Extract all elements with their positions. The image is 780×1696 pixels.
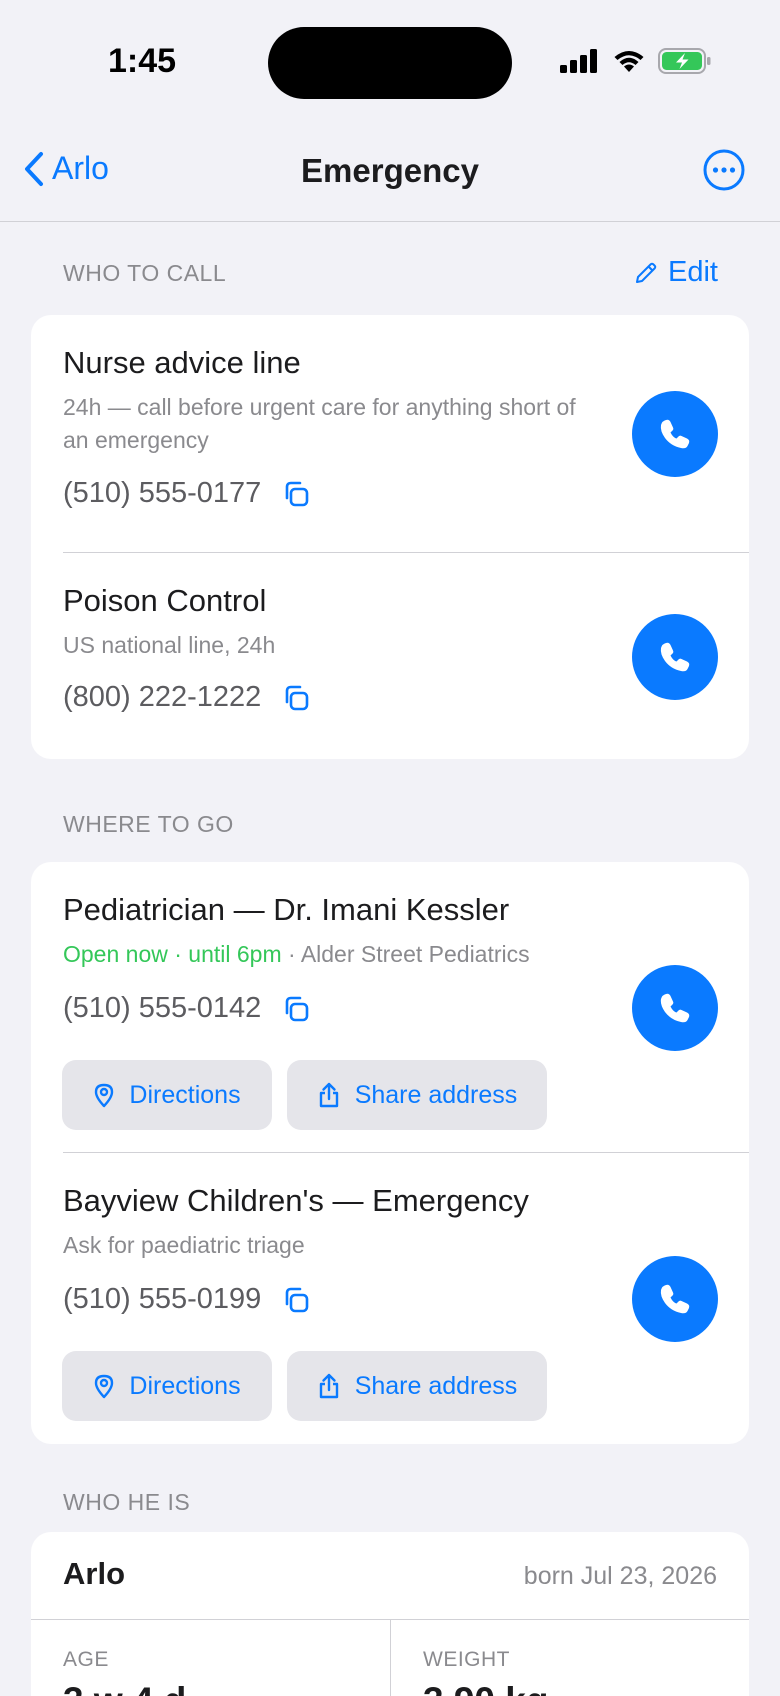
cellular-signal-icon bbox=[560, 49, 597, 73]
phone-number: (510) 555-0177 bbox=[63, 477, 262, 509]
weight-stat: WEIGHT 3.90 kg bbox=[391, 1620, 749, 1696]
edit-button[interactable]: Edit bbox=[634, 256, 718, 289]
status-bar: 1:45 bbox=[0, 0, 780, 120]
place-detail: Alder Street Pediatrics bbox=[300, 941, 530, 967]
directions-label: Directions bbox=[129, 1080, 241, 1109]
copy-icon[interactable] bbox=[281, 994, 311, 1024]
ellipsis-circle-icon bbox=[703, 149, 745, 191]
status-time: 1:45 bbox=[108, 42, 177, 80]
directions-button[interactable]: Directions bbox=[62, 1060, 272, 1130]
place-phone: (510) 555-0142 bbox=[63, 992, 311, 1025]
contact-phone: (510) 555-0177 bbox=[63, 477, 311, 510]
wifi-icon bbox=[614, 51, 644, 72]
status-icons bbox=[560, 48, 712, 74]
copy-icon[interactable] bbox=[281, 479, 311, 509]
contact-name: Poison Control bbox=[63, 583, 267, 618]
section-header-who-to-call: WHO TO CALL bbox=[63, 260, 227, 286]
age-value: 3 w 4 d bbox=[63, 1680, 186, 1696]
open-status: Open now · until 6pm bbox=[63, 941, 282, 967]
page-title: Emergency bbox=[301, 152, 479, 189]
contact-phone: (800) 222-1222 bbox=[63, 681, 311, 714]
directions-label: Directions bbox=[129, 1371, 241, 1400]
chevron-left-icon bbox=[25, 151, 43, 186]
more-options-button[interactable] bbox=[702, 148, 746, 192]
place-name: Bayview Children's — Emergency bbox=[63, 1183, 529, 1218]
who-to-call-card: Nurse advice line 24h — call before urge… bbox=[31, 315, 749, 759]
place-row: Pediatrician — Dr. Imani Kessler Open no… bbox=[31, 862, 749, 1153]
share-address-label: Share address bbox=[354, 1080, 518, 1109]
weight-label: WEIGHT bbox=[423, 1648, 510, 1671]
directions-button[interactable]: Directions bbox=[62, 1351, 272, 1421]
share-address-button[interactable]: Share address bbox=[287, 1060, 547, 1130]
back-label: Arlo bbox=[52, 150, 109, 186]
place-name: Pediatrician — Dr. Imani Kessler bbox=[63, 892, 510, 927]
contact-subtitle: US national line, 24h bbox=[63, 632, 276, 658]
copy-icon[interactable] bbox=[281, 683, 311, 713]
place-subtitle: Open now · until 6pm · Alder Street Pedi… bbox=[63, 938, 703, 971]
phone-icon bbox=[660, 642, 690, 672]
edit-label: Edit bbox=[668, 256, 718, 288]
navigation-bar: Arlo Emergency bbox=[0, 120, 780, 222]
place-detail: Ask for paediatric triage bbox=[63, 1232, 305, 1258]
phone-number: (510) 555-0142 bbox=[63, 992, 262, 1024]
profile-summary: Arlo born Jul 23, 2026 bbox=[31, 1532, 749, 1620]
copy-icon[interactable] bbox=[281, 1285, 311, 1315]
separator: · bbox=[288, 941, 296, 967]
call-button[interactable] bbox=[632, 614, 718, 700]
contact-name: Nurse advice line bbox=[63, 345, 301, 380]
phone-icon bbox=[660, 993, 690, 1023]
share-address-button[interactable]: Share address bbox=[287, 1351, 547, 1421]
location-pin-icon bbox=[95, 1374, 114, 1399]
call-button[interactable] bbox=[632, 1256, 718, 1342]
contact-row: Nurse advice line 24h — call before urge… bbox=[31, 315, 749, 553]
location-pin-icon bbox=[95, 1083, 114, 1108]
phone-icon bbox=[660, 419, 690, 449]
share-icon bbox=[319, 1082, 338, 1108]
place-phone: (510) 555-0199 bbox=[63, 1283, 311, 1316]
place-row: Bayview Children's — Emergency Ask for p… bbox=[31, 1153, 749, 1444]
section-header-where-to-go: WHERE TO GO bbox=[63, 811, 234, 837]
section-header-who-he-is: WHO HE IS bbox=[63, 1489, 191, 1515]
phone-number: (510) 555-0199 bbox=[63, 1283, 262, 1315]
weight-value: 3.90 kg bbox=[423, 1680, 548, 1696]
child-name: Arlo bbox=[63, 1556, 125, 1591]
call-button[interactable] bbox=[632, 391, 718, 477]
phone-icon bbox=[660, 1284, 690, 1314]
contact-row: Poison Control US national line, 24h (80… bbox=[31, 553, 749, 759]
where-to-go-card: Pediatrician — Dr. Imani Kessler Open no… bbox=[31, 862, 749, 1444]
pencil-icon bbox=[636, 262, 657, 283]
share-address-label: Share address bbox=[354, 1371, 518, 1400]
age-label: AGE bbox=[63, 1648, 109, 1671]
dynamic-island bbox=[268, 27, 512, 99]
birth-date: born Jul 23, 2026 bbox=[523, 1562, 717, 1590]
who-he-is-card: Arlo born Jul 23, 2026 AGE 3 w 4 d WEIGH… bbox=[31, 1532, 749, 1696]
age-stat: AGE 3 w 4 d bbox=[31, 1620, 390, 1696]
contact-subtitle: 24h — call before urgent care for anythi… bbox=[63, 394, 576, 453]
back-button[interactable]: Arlo bbox=[24, 150, 109, 187]
battery-charging-icon bbox=[658, 48, 711, 74]
call-button[interactable] bbox=[632, 965, 718, 1051]
share-icon bbox=[319, 1373, 338, 1399]
phone-number: (800) 222-1222 bbox=[63, 681, 262, 713]
